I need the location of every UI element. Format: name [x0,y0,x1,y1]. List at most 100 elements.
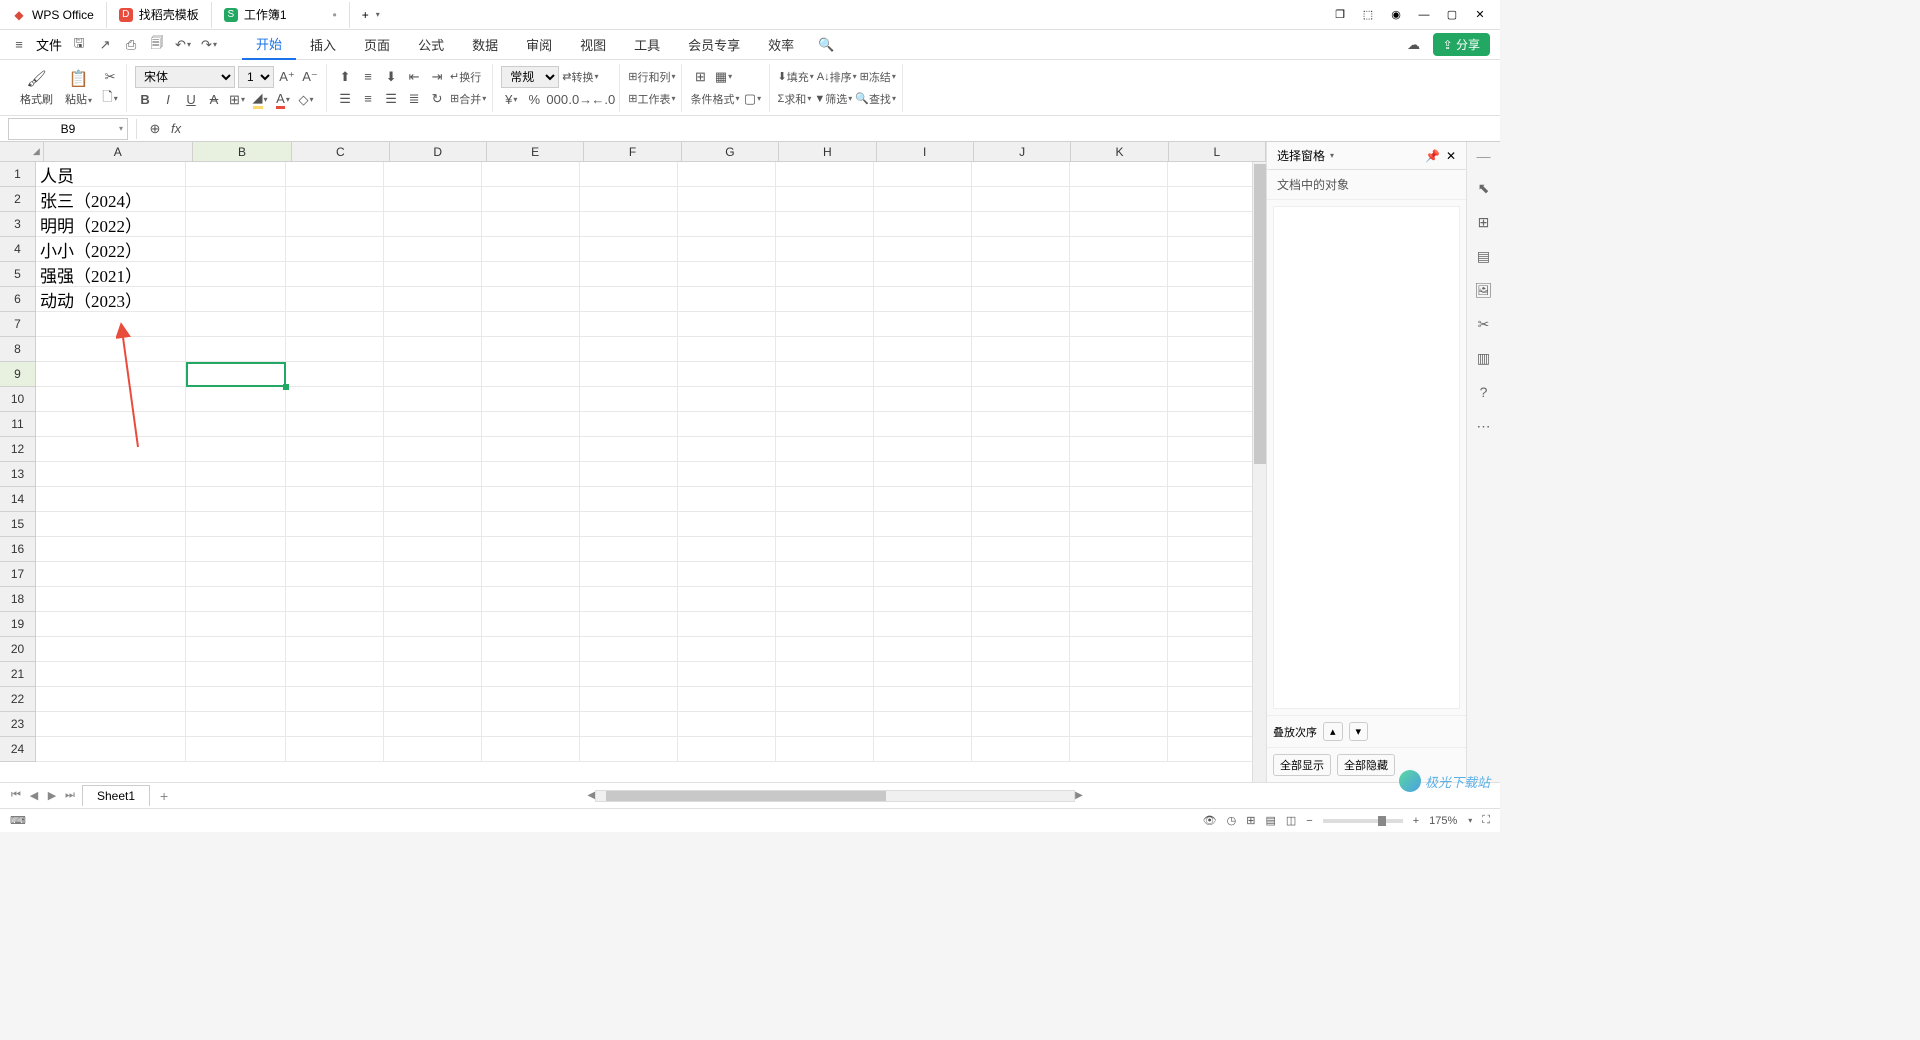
cell-D16[interactable] [384,537,482,562]
cell-C14[interactable] [286,487,384,512]
cell-B9[interactable] [186,362,286,387]
help-icon[interactable]: ? [1474,382,1494,402]
cell-J15[interactable] [972,512,1070,537]
fullscreen-icon[interactable]: ⛶ [1482,814,1490,827]
cell-C20[interactable] [286,637,384,662]
cell-D2[interactable] [384,187,482,212]
cell-E19[interactable] [482,612,580,637]
cell-G21[interactable] [678,662,776,687]
cell-G6[interactable] [678,287,776,312]
cell-H14[interactable] [776,487,874,512]
sort-button[interactable]: A↓ 排序▾ [817,67,857,87]
cell-A21[interactable] [36,662,186,687]
cell-B11[interactable] [186,412,286,437]
cell-D24[interactable] [384,737,482,762]
cell-H1[interactable] [776,162,874,187]
font-size-select[interactable]: 11 [238,66,274,88]
increase-font-icon[interactable]: A⁺ [277,67,297,87]
cell-I4[interactable] [874,237,972,262]
cell-K3[interactable] [1070,212,1168,237]
cell-A13[interactable] [36,462,186,487]
cell-K19[interactable] [1070,612,1168,637]
decimal-dec-icon[interactable]: ←.0 [593,90,613,110]
search-icon[interactable]: 🔍 [808,30,844,60]
cell-D11[interactable] [384,412,482,437]
zoom-value[interactable]: 175% [1429,815,1457,827]
tab-formula[interactable]: 公式 [404,30,458,60]
cell-C3[interactable] [286,212,384,237]
view-normal-icon[interactable]: ⊞ [1246,814,1255,827]
nav-first-icon[interactable]: ⏮ [8,789,24,802]
cell-C23[interactable] [286,712,384,737]
cell-J6[interactable] [972,287,1070,312]
cell-H4[interactable] [776,237,874,262]
row-header-22[interactable]: 22 [0,687,36,712]
row-header-12[interactable]: 12 [0,437,36,462]
cell-J17[interactable] [972,562,1070,587]
spreadsheet[interactable]: ◢ A B C D E F G H I J K L 12345678910111… [0,142,1266,782]
share-button[interactable]: ⇪ 分享 [1433,33,1490,56]
cell-F6[interactable] [580,287,678,312]
minimize-side-icon[interactable]: — [1477,148,1491,164]
cell-A14[interactable] [36,487,186,512]
format-painter-button[interactable]: 🖌格式刷 [16,67,57,109]
cell-A19[interactable] [36,612,186,637]
cell-F8[interactable] [580,337,678,362]
cell-A24[interactable] [36,737,186,762]
cell-J1[interactable] [972,162,1070,187]
cell-F11[interactable] [580,412,678,437]
col-header-f[interactable]: F [584,142,681,161]
save-icon[interactable]: 🖫 [70,36,88,54]
align-justify-icon[interactable]: ≣ [404,89,424,109]
hide-all-button[interactable]: 全部隐藏 [1337,754,1395,776]
chevron-down-icon[interactable]: ▾ [1330,151,1334,160]
cell-I11[interactable] [874,412,972,437]
view-icon[interactable]: ▥ [1474,348,1494,368]
cell-G20[interactable] [678,637,776,662]
cell-B12[interactable] [186,437,286,462]
tab-page[interactable]: 页面 [350,30,404,60]
cell-I15[interactable] [874,512,972,537]
clear-format-icon[interactable]: ◇▾ [296,90,316,110]
show-all-button[interactable]: 全部显示 [1273,754,1331,776]
col-header-j[interactable]: J [974,142,1071,161]
cell-A18[interactable] [36,587,186,612]
cell-G13[interactable] [678,462,776,487]
cell-H19[interactable] [776,612,874,637]
cell-D9[interactable] [384,362,482,387]
cell-D15[interactable] [384,512,482,537]
select-all-corner[interactable]: ◢ [0,142,44,161]
cell-F16[interactable] [580,537,678,562]
cell-A5[interactable]: 强强（2021） [36,262,186,287]
cell-A10[interactable] [36,387,186,412]
col-header-e[interactable]: E [487,142,584,161]
cell-A4[interactable]: 小小（2022） [36,237,186,262]
cell-style-icon[interactable]: ▦▾ [713,67,733,87]
row-header-19[interactable]: 19 [0,612,36,637]
sheet-tab-1[interactable]: Sheet1 [82,785,150,806]
cell-I10[interactable] [874,387,972,412]
comma-icon[interactable]: 000 [547,90,567,110]
cell-F19[interactable] [580,612,678,637]
cell-I24[interactable] [874,737,972,762]
cell-G4[interactable] [678,237,776,262]
window-cube-icon[interactable]: ⬚ [1358,5,1378,25]
decimal-inc-icon[interactable]: .0→ [570,90,590,110]
cell-C10[interactable] [286,387,384,412]
cell-A22[interactable] [36,687,186,712]
cell-E14[interactable] [482,487,580,512]
cell-C7[interactable] [286,312,384,337]
cell-C17[interactable] [286,562,384,587]
cell-J9[interactable] [972,362,1070,387]
currency-icon[interactable]: ¥▾ [501,90,521,110]
cell-K21[interactable] [1070,662,1168,687]
cell-B24[interactable] [186,737,286,762]
cell-G19[interactable] [678,612,776,637]
cell-K4[interactable] [1070,237,1168,262]
cell-F14[interactable] [580,487,678,512]
cell-I14[interactable] [874,487,972,512]
cell-A8[interactable] [36,337,186,362]
row-header-18[interactable]: 18 [0,587,36,612]
row-header-14[interactable]: 14 [0,487,36,512]
row-header-13[interactable]: 13 [0,462,36,487]
